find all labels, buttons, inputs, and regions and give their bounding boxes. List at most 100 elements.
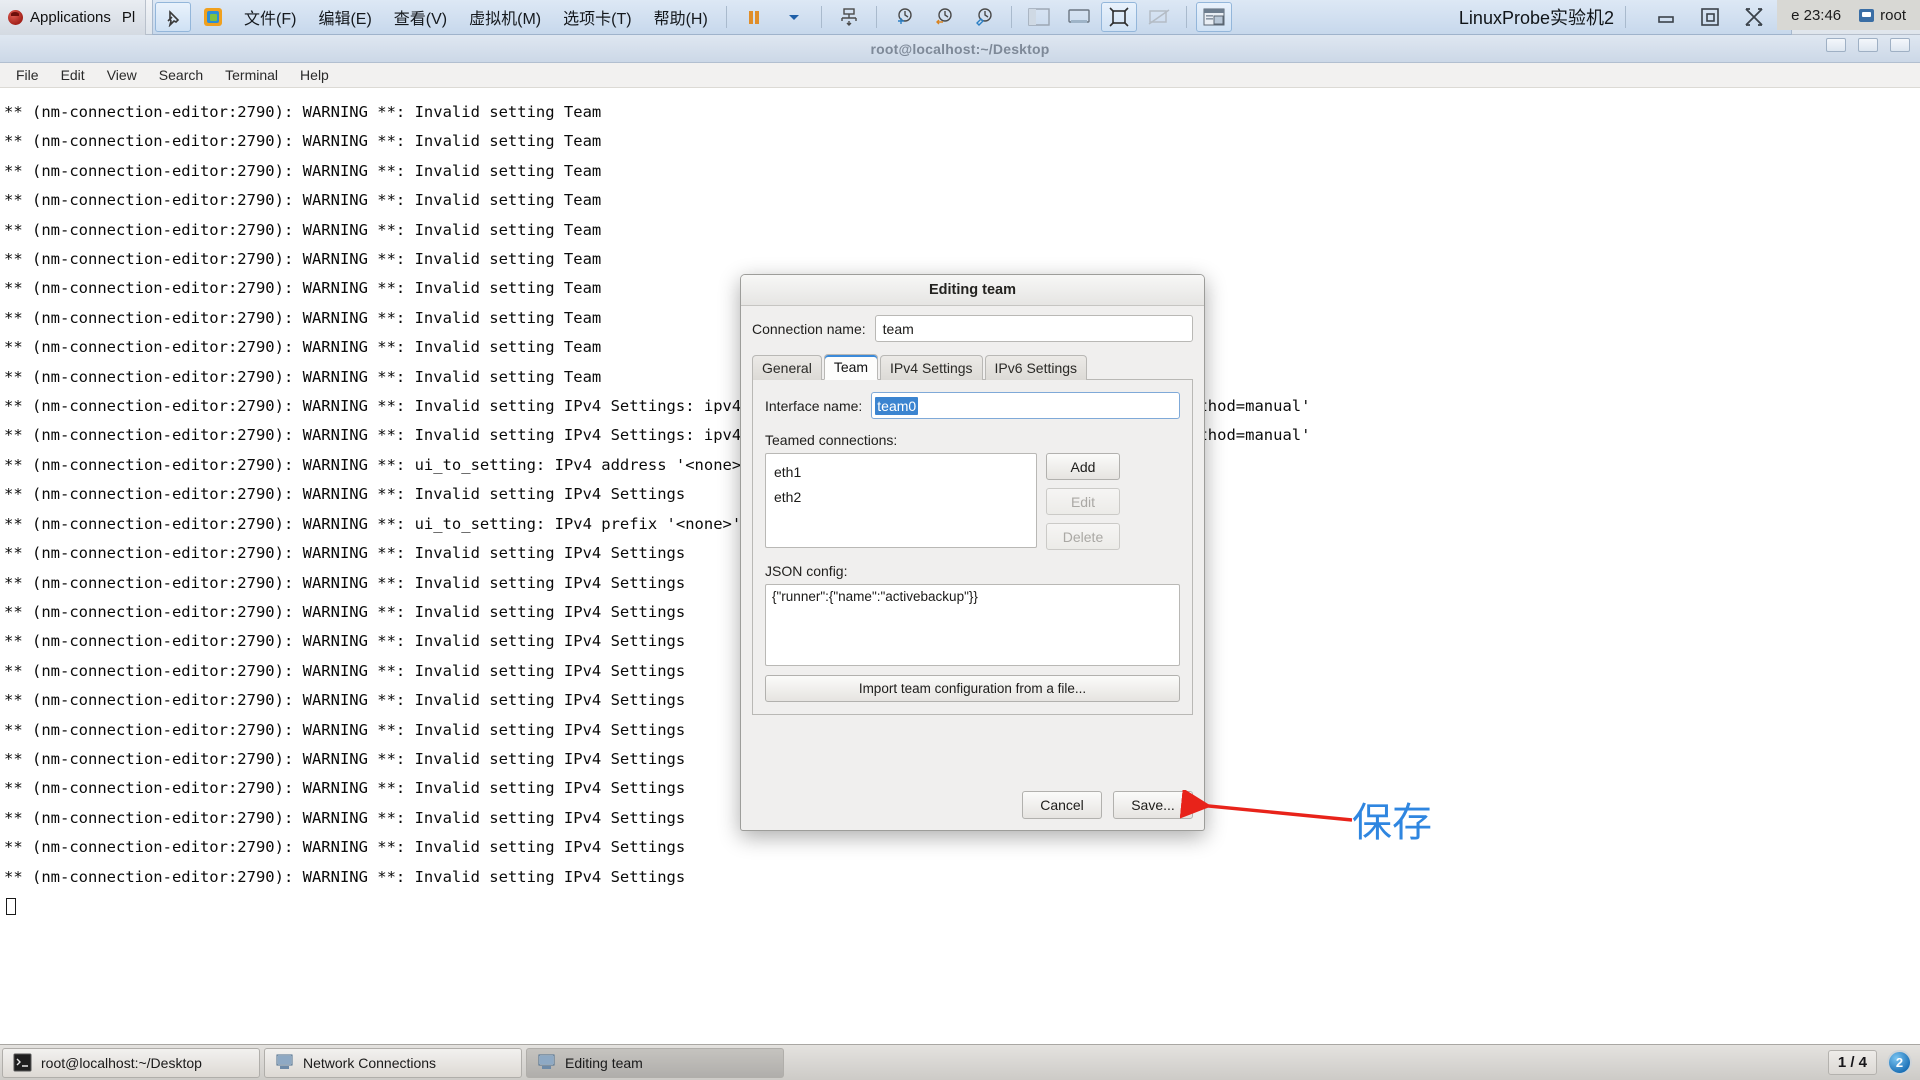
terminal-line: ** (nm-connection-editor:2790): WARNING … [4,250,602,269]
terminal-line: ** (nm-connection-editor:2790): WARNING … [4,161,602,180]
places-label[interactable]: Pl [118,9,135,26]
fullscreen-icon[interactable] [1100,2,1137,32]
terminal-menu-view[interactable]: View [97,64,147,86]
console-view-icon[interactable] [1061,2,1097,32]
json-config-textarea[interactable]: {"runner":{"name":"activebackup"}} [765,584,1180,666]
annotation-label: 保存 [1352,800,1432,846]
workspace-indicator[interactable]: 1 / 4 [1827,1050,1877,1075]
gnome-applications-menu[interactable]: Applications Pl [0,0,147,35]
interface-name-row: Interface name: team0 [765,392,1180,419]
dialog-body: Connection name: team General Team IPv4 … [741,306,1204,715]
terminal-close-icon[interactable] [1890,38,1910,52]
taskbar-label: Network Connections [303,1054,437,1071]
pin-icon[interactable] [155,2,191,32]
list-item[interactable]: eth2 [766,485,1036,510]
edit-button: Edit [1046,488,1120,515]
snapshot-revert-icon[interactable] [926,2,962,32]
menu-file[interactable]: 文件(F) [233,5,307,29]
send-ctrl-alt-del-icon[interactable] [831,2,867,32]
terminal-menu-search[interactable]: Search [149,64,213,86]
connection-name-row: Connection name: team [752,315,1193,342]
dialog-title: Editing team [741,275,1204,306]
screen: Applications Pl 文件(F) 编辑(E) 查看(V) 虚拟机(M)… [0,0,1920,1080]
terminal-menubar: File Edit View Search Terminal Help [0,63,1920,88]
cancel-button[interactable]: Cancel [1022,791,1102,819]
taskbar-item-editing-team[interactable]: Editing team [526,1047,784,1078]
tab-team[interactable]: Team [823,354,879,380]
snapshot-add-icon[interactable] [886,2,922,32]
tab-general[interactable]: General [752,355,822,380]
toolbar-divider [820,6,822,28]
teamed-connections-list[interactable]: eth1 eth2 [765,453,1037,548]
minimize-icon[interactable] [1655,6,1677,28]
terminal-menu-edit[interactable]: Edit [51,64,95,86]
menu-help[interactable]: 帮助(H) [643,5,719,29]
interface-name-value: team0 [875,396,919,415]
snapshot-manager-icon[interactable] [966,2,1002,32]
toolbar-divider [725,6,727,28]
tab-ipv6-settings[interactable]: IPv6 Settings [984,355,1088,380]
terminal-line: ** (nm-connection-editor:2790): WARNING … [4,838,686,857]
vmware-toolbar: 文件(F) 编辑(E) 查看(V) 虚拟机(M) 选项卡(T) 帮助(H) Li… [152,0,1792,35]
applications-label: Applications [30,8,111,26]
terminal-titlebar: root@localhost:~/Desktop [0,35,1920,63]
taskbar-label: Editing team [565,1054,643,1071]
toolbar-divider [1185,6,1187,28]
network-icon [538,1054,555,1069]
chevron-down-icon[interactable] [776,2,812,32]
menu-edit[interactable]: 编辑(E) [307,5,382,29]
unity-mode-icon[interactable] [1141,2,1177,32]
network-icon [276,1054,293,1069]
toolbar-divider [1010,6,1012,28]
close-icon[interactable] [1743,6,1765,28]
terminal-icon [13,1053,32,1072]
terminal-minimize-icon[interactable] [1826,38,1846,52]
host-clock-label: e 23:46 [1791,6,1842,24]
tab-ipv4-settings[interactable]: IPv4 Settings [880,355,983,380]
dialog-tabs: General Team IPv4 Settings IPv6 Settings [752,354,1193,380]
vmware-logo-icon[interactable] [195,2,231,32]
redhat-icon [8,9,23,25]
list-item[interactable]: eth1 [766,460,1036,485]
annotation-arrow [1180,790,1353,822]
interface-name-label: Interface name: [765,397,863,414]
terminal-window-controls [1826,38,1910,52]
interface-name-input[interactable]: team0 [871,392,1180,419]
thumbnail-bar-icon[interactable] [1195,2,1232,32]
menu-view[interactable]: 查看(V) [383,5,458,29]
dialog-action-buttons: Cancel Save... [1022,791,1193,819]
menu-tabs[interactable]: 选项卡(T) [552,5,642,29]
show-sidebar-icon[interactable] [1021,2,1057,32]
import-team-config-button[interactable]: Import team configuration from a file... [765,675,1180,702]
terminal-menu-help[interactable]: Help [290,64,339,86]
host-user-label[interactable]: root [1880,7,1906,24]
menu-vm[interactable]: 虚拟机(M) [458,5,552,29]
terminal-line: ** (nm-connection-editor:2790): WARNING … [4,867,686,886]
workspace-badge[interactable]: 2 [1887,1050,1912,1075]
editing-team-dialog: Editing team Connection name: team Gener… [740,274,1205,831]
terminal-line: ** (nm-connection-editor:2790): WARNING … [4,132,602,151]
teamed-connections-row: eth1 eth2 Add Edit Delete [765,453,1180,550]
add-button[interactable]: Add [1046,453,1120,480]
pause-icon[interactable] [736,2,772,32]
vm-tab-title: LinuxProbe实验机2 [1458,8,1614,28]
taskbar: root@localhost:~/Desktop Network Connect… [0,1044,1920,1080]
terminal-line: ** (nm-connection-editor:2790): WARNING … [4,191,602,210]
taskbar-label: root@localhost:~/Desktop [41,1054,202,1071]
maximize-icon[interactable] [1699,6,1721,28]
terminal-maximize-icon[interactable] [1858,38,1878,52]
delete-button: Delete [1046,523,1120,550]
taskbar-item-network-connections[interactable]: Network Connections [264,1047,522,1078]
taskbar-tray: 1 / 4 2 [1827,1050,1920,1075]
terminal-menu-file[interactable]: File [6,64,49,86]
connection-name-label: Connection name: [752,320,866,337]
taskbar-item-terminal[interactable]: root@localhost:~/Desktop [2,1047,260,1078]
terminal-menu-terminal[interactable]: Terminal [215,64,288,86]
teamed-connections-label: Teamed connections: [765,432,898,448]
terminal-line: ** (nm-connection-editor:2790): WARNING … [4,220,602,239]
terminal-cursor [6,897,16,915]
toolbar-divider [1625,6,1626,28]
vmware-host-bar: Applications Pl 文件(F) 编辑(E) 查看(V) 虚拟机(M)… [0,0,1920,35]
connection-name-input[interactable]: team [874,315,1193,342]
terminal-line: ** (nm-connection-editor:2790): WARNING … [4,103,602,121]
